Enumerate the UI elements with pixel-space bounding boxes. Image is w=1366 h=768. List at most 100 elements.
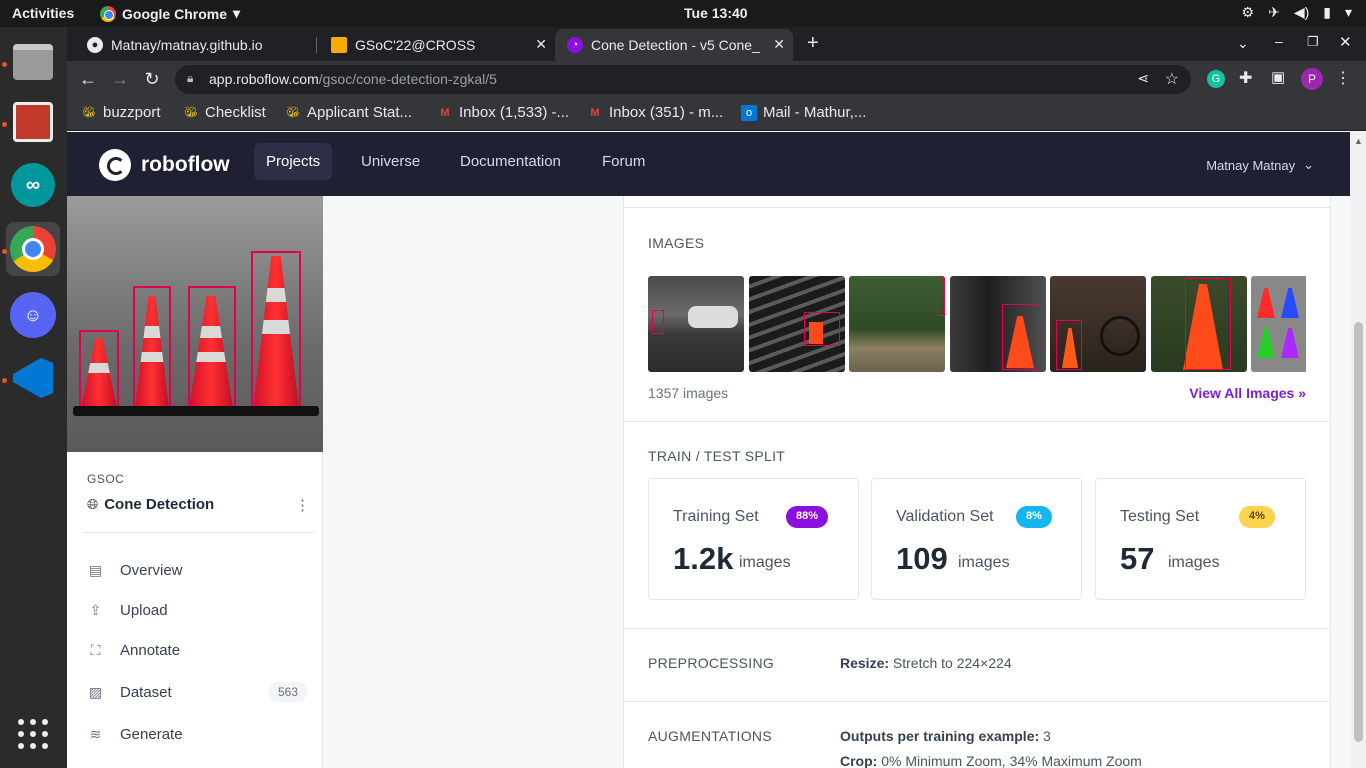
bookmark-inbox-2[interactable]: M Inbox (351) - m... bbox=[587, 104, 723, 121]
github-icon: ● bbox=[87, 37, 103, 53]
outlook-icon: o bbox=[741, 104, 757, 121]
training-set-card: Training Set 88% 1.2k images bbox=[648, 478, 859, 600]
page-scrollbar[interactable]: ▲ bbox=[1350, 132, 1366, 768]
dataset-image-thumbnail[interactable] bbox=[849, 276, 945, 372]
augmentation-outputs: Outputs per training example: 3 bbox=[840, 728, 1051, 744]
bookmarks-bar: 🐝︎ buzzport 🐝︎ Checklist 🐝︎ Applicant Stat.… bbox=[67, 98, 1366, 131]
tab-search-icon[interactable]: ⌄ bbox=[1237, 35, 1249, 52]
gmail-icon: M bbox=[440, 106, 450, 119]
user-menu[interactable]: Matnay Matnay ⌄ bbox=[1206, 157, 1314, 173]
maximize-button[interactable]: ❐ bbox=[1307, 34, 1319, 50]
version-details: IMAGES 1357 images View All Images » TRA… bbox=[623, 196, 1331, 768]
reload-button[interactable]: ↻ bbox=[141, 69, 163, 90]
minimize-button[interactable]: – bbox=[1275, 33, 1283, 49]
nav-documentation[interactable]: Documentation bbox=[460, 153, 561, 170]
chevron-down-icon: ⌄ bbox=[1303, 157, 1314, 172]
split-title: TRAIN / TEST SPLIT bbox=[648, 448, 786, 464]
preprocessing-section: PREPROCESSING Resize: Stretch to 224×224 bbox=[624, 628, 1330, 701]
bee-icon: 🐝︎ bbox=[184, 107, 198, 119]
remote-desktop-icon[interactable] bbox=[6, 95, 60, 149]
tab-cone-detection[interactable]: ◔ Cone Detection - v5 Cone_ ✕ bbox=[555, 29, 793, 61]
scroll-up-icon[interactable]: ▲ bbox=[1354, 136, 1363, 146]
roboflow-logo[interactable]: roboflow bbox=[99, 149, 230, 181]
training-percent-badge: 88% bbox=[786, 506, 829, 528]
lock-icon: 🔒︎ bbox=[187, 71, 194, 85]
back-button[interactable]: ← bbox=[77, 69, 99, 90]
dataset-image-thumbnail[interactable] bbox=[950, 276, 1046, 372]
dataset-image-thumbnail[interactable] bbox=[1251, 276, 1306, 372]
app-menu[interactable]: Google Chrome ▾ bbox=[100, 5, 240, 22]
arduino-icon[interactable]: ∞ bbox=[6, 158, 60, 212]
bookmark-mail[interactable]: o Mail - Mathur,... bbox=[741, 104, 866, 121]
validation-percent-badge: 8% bbox=[1016, 506, 1052, 528]
preprocessing-resize: Resize: Stretch to 224×224 bbox=[840, 655, 1012, 671]
close-window-button[interactable]: ✕ bbox=[1339, 33, 1352, 51]
roboflow-icon: ◔ bbox=[567, 37, 583, 53]
new-tab-button[interactable]: + bbox=[807, 32, 819, 55]
validation-set-label: Validation Set bbox=[896, 508, 994, 525]
dataset-count-badge: 563 bbox=[268, 682, 307, 702]
sidebar-item-upload[interactable]: ⇪ Upload bbox=[87, 599, 307, 621]
testing-set-label: Testing Set bbox=[1120, 508, 1200, 525]
sidebar-item-overview[interactable]: ▤ Overview bbox=[87, 559, 307, 581]
address-bar[interactable]: 🔒︎ app.roboflow.com/gsoc/cone-detection-… bbox=[175, 65, 1191, 94]
chevron-down-icon: ▾ bbox=[1344, 4, 1352, 20]
bookmark-inbox-1[interactable]: M Inbox (1,533) -... bbox=[437, 104, 569, 121]
side-panel-icon[interactable]: ▣ bbox=[1271, 68, 1285, 86]
dataset-image-thumbnail[interactable] bbox=[1151, 276, 1247, 372]
testing-percent-badge: 4% bbox=[1239, 506, 1275, 528]
close-tab-icon[interactable]: ✕ bbox=[535, 36, 547, 53]
activities-button[interactable]: Activities bbox=[12, 5, 74, 21]
bookmark-checklist[interactable]: 🐝︎ Checklist bbox=[183, 104, 266, 121]
sidebar-item-dataset[interactable]: ▨ Dataset 563 bbox=[87, 681, 307, 703]
project-name[interactable]: 🌐︎ Cone Detection bbox=[87, 496, 214, 513]
validation-count: 109 bbox=[896, 541, 948, 576]
images-section: IMAGES 1357 images View All Images » bbox=[624, 207, 1330, 422]
training-count: 1.2k bbox=[673, 541, 734, 576]
url-domain: app.roboflow.com bbox=[209, 71, 319, 87]
nav-projects[interactable]: Projects bbox=[254, 143, 333, 180]
testing-unit: images bbox=[1168, 554, 1220, 571]
sidebar-item-annotate[interactable]: ⛶ Annotate bbox=[87, 639, 307, 661]
profile-avatar[interactable]: P bbox=[1301, 68, 1323, 90]
augmentations-section: AUGMENTATIONS Outputs per training examp… bbox=[624, 701, 1330, 768]
project-menu-icon[interactable]: ⋮ bbox=[295, 496, 310, 514]
clock[interactable]: Tue 13:40 bbox=[684, 5, 748, 21]
files-app-icon[interactable] bbox=[6, 35, 60, 89]
upload-icon: ⇪ bbox=[89, 601, 102, 618]
bookmark-applicant-status[interactable]: 🐝︎ Applicant Stat... bbox=[285, 104, 412, 121]
tab-gsoc[interactable]: GSoC'22@CROSS ✕ bbox=[319, 29, 555, 61]
dataset-image-thumbnail[interactable] bbox=[749, 276, 845, 372]
chrome-menu-icon[interactable]: ⋮ bbox=[1335, 68, 1351, 88]
show-applications-icon[interactable] bbox=[6, 707, 60, 761]
sidebar-item-generate[interactable]: ≋ Generate bbox=[87, 723, 307, 745]
dataset-image-thumbnail[interactable] bbox=[648, 276, 744, 372]
share-icon[interactable]: ⋖ bbox=[1137, 70, 1149, 87]
chrome-app-icon[interactable] bbox=[6, 222, 60, 276]
system-tray[interactable]: ⚙ ✈ ◀) ▮ ▾ bbox=[1242, 4, 1352, 21]
discord-icon[interactable]: ☺ bbox=[6, 288, 60, 342]
bookmark-buzzport[interactable]: 🐝︎ buzzport bbox=[81, 104, 161, 121]
vscode-icon[interactable] bbox=[6, 351, 60, 405]
dock: ∞ ☺ bbox=[0, 27, 67, 768]
nav-forum[interactable]: Forum bbox=[602, 153, 645, 170]
browser-toolbar: ← → ↻ 🔒︎ app.roboflow.com/gsoc/cone-dete… bbox=[67, 61, 1366, 98]
scrollbar-thumb[interactable] bbox=[1354, 322, 1363, 742]
validation-set-card: Validation Set 8% 109 images bbox=[871, 478, 1082, 600]
roboflow-navbar: roboflow Projects Universe Documentation… bbox=[67, 132, 1350, 196]
extensions-icon[interactable]: ✚ bbox=[1239, 68, 1252, 88]
nav-universe[interactable]: Universe bbox=[361, 153, 420, 170]
view-all-images-link[interactable]: View All Images » bbox=[1189, 385, 1306, 401]
tab-github[interactable]: ● Matnay/matnay.github.io bbox=[75, 29, 315, 61]
close-tab-icon[interactable]: ✕ bbox=[773, 36, 785, 53]
project-sidebar: GSOC 🌐︎ Cone Detection ⋮ ▤ Overview ⇪ Up… bbox=[67, 196, 323, 768]
forward-button[interactable]: → bbox=[109, 69, 131, 90]
dataset-image-thumbnail[interactable] bbox=[1050, 276, 1146, 372]
globe-icon: 🌐︎ bbox=[87, 496, 99, 512]
image-count: 1357 images bbox=[648, 385, 729, 401]
augmentation-crop: Crop: 0% Minimum Zoom, 34% Maximum Zoom bbox=[840, 753, 1142, 768]
bookmark-star-icon[interactable]: ☆ bbox=[1165, 69, 1179, 89]
grammarly-icon[interactable]: G bbox=[1207, 70, 1225, 88]
project-thumbnail bbox=[67, 196, 323, 452]
network-icon: ⚙ bbox=[1241, 4, 1255, 20]
